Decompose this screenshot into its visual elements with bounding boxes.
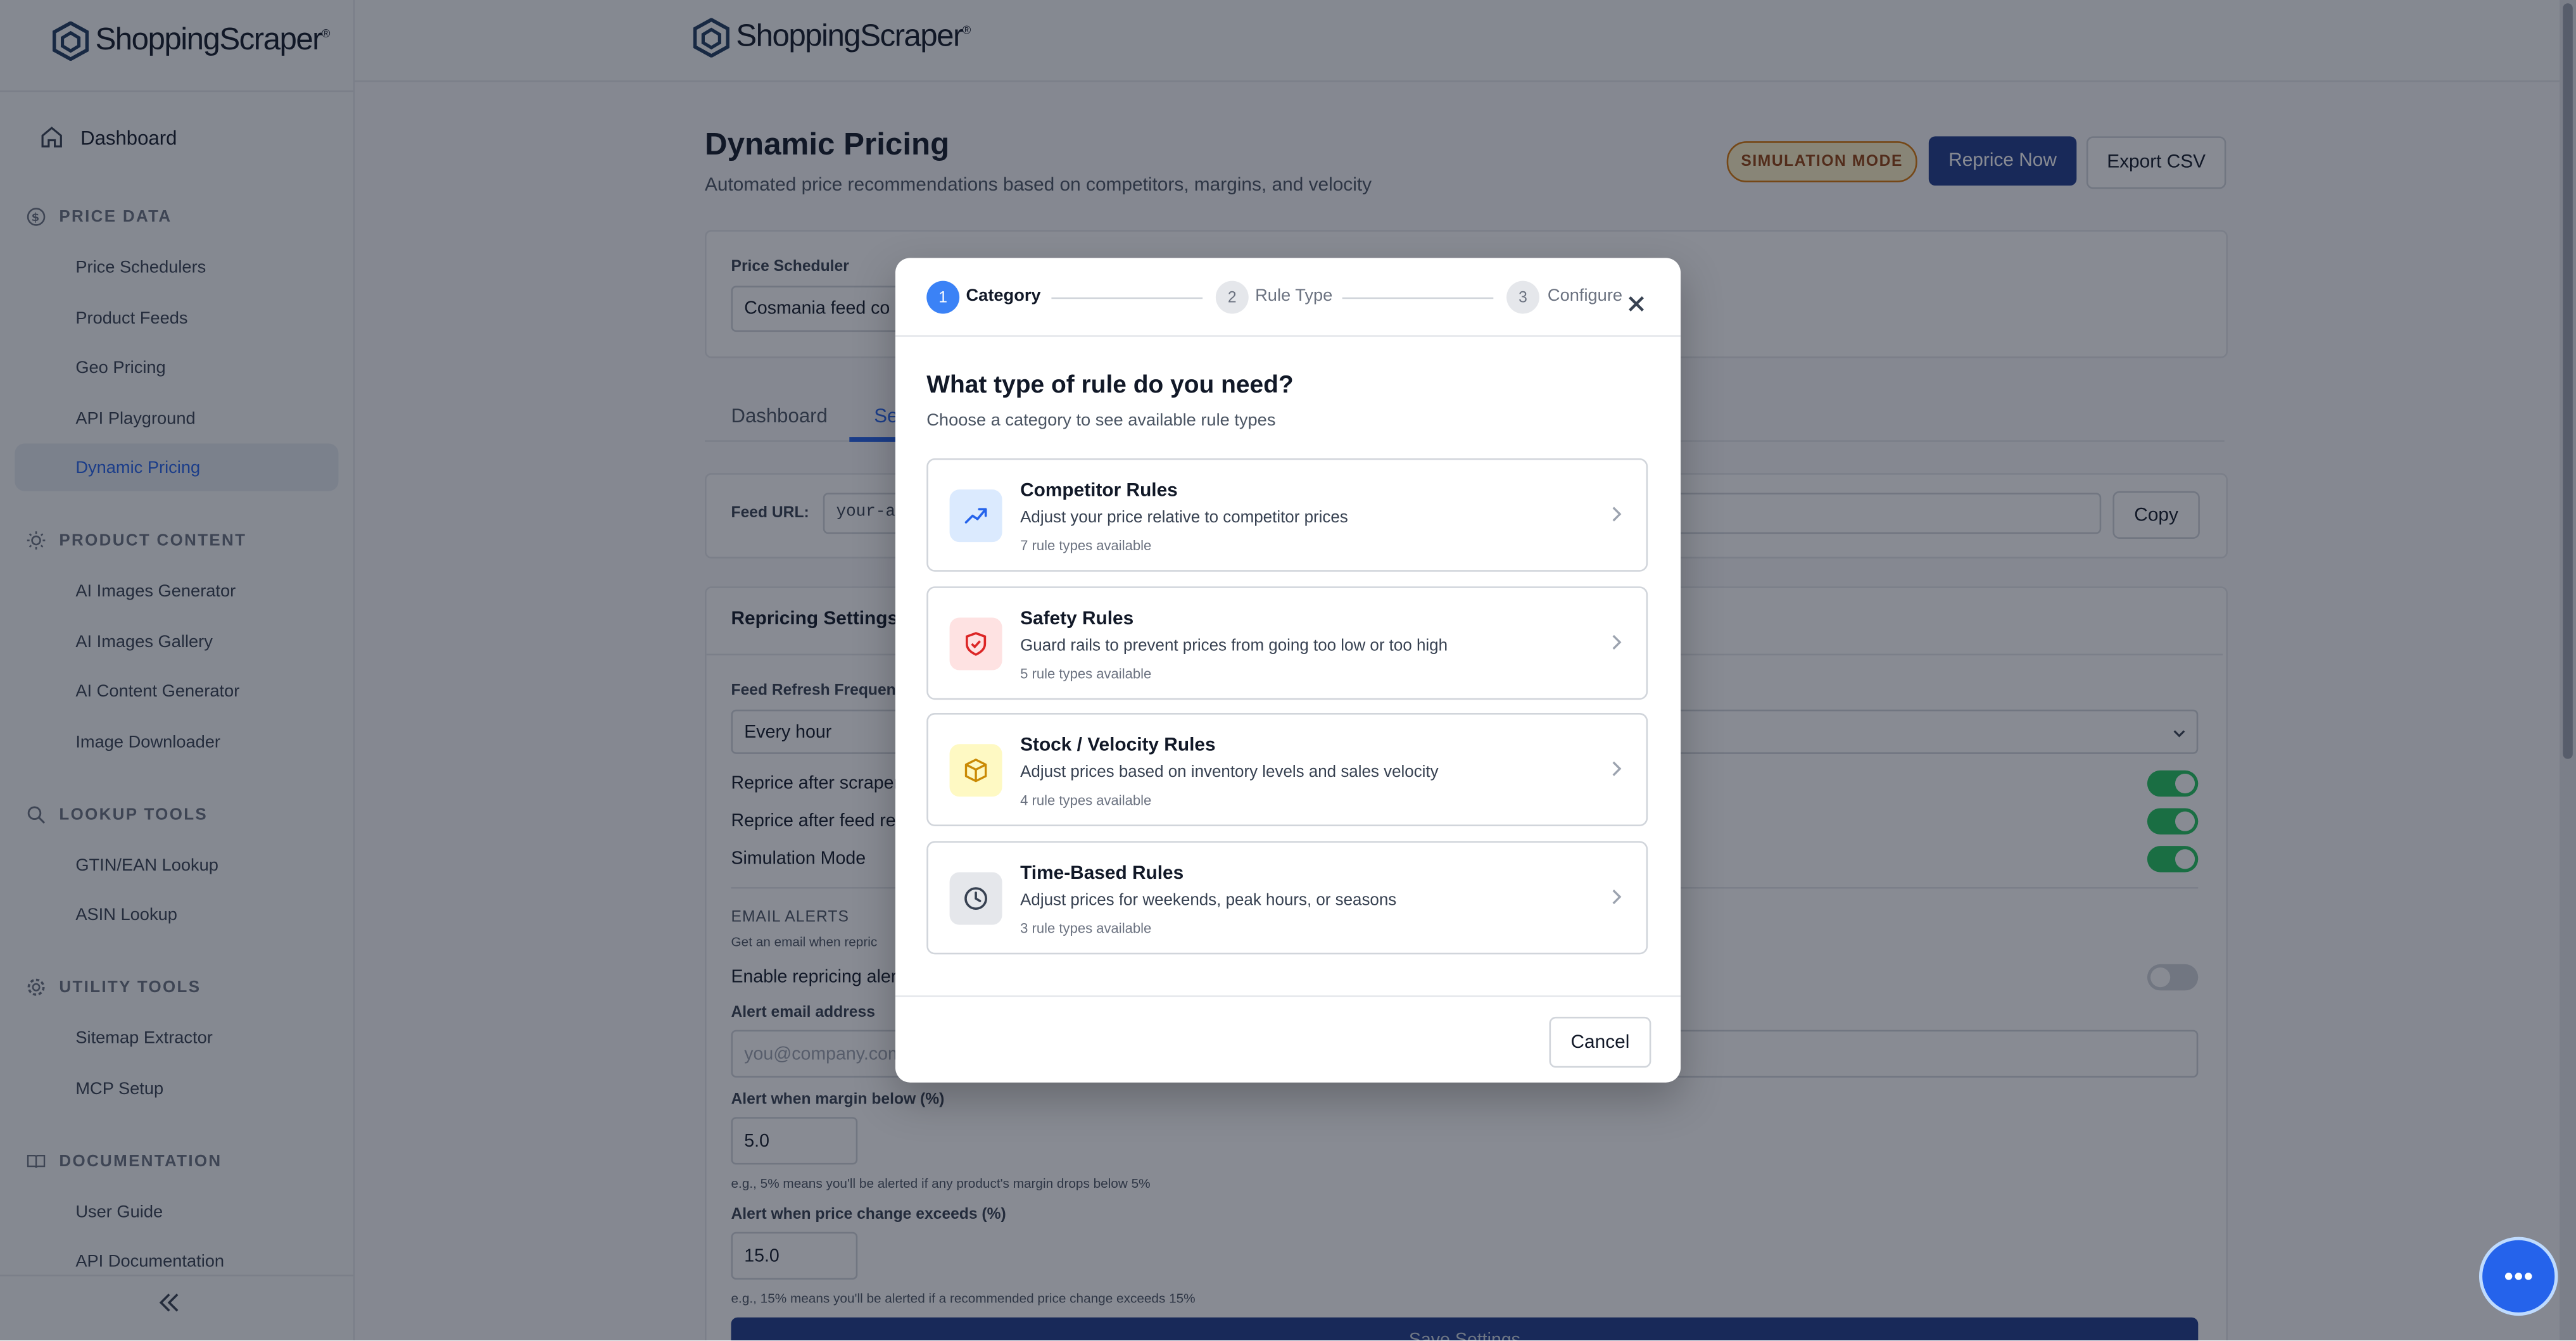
chat-widget-button[interactable] <box>2478 1237 2558 1316</box>
step-connector <box>1051 297 1203 299</box>
step-3-label: Configure <box>1547 286 1623 306</box>
chevron-right-icon <box>1612 634 1622 650</box>
step-1-label: Category <box>966 286 1041 306</box>
close-modal-button[interactable] <box>1628 291 1645 317</box>
rule-wizard-modal: 1 Category 2 Rule Type 3 Configure What … <box>895 258 1681 1083</box>
trending-up-icon <box>964 508 987 524</box>
close-icon <box>1629 296 1644 312</box>
modal-subtitle: Choose a category to see available rule … <box>926 410 1276 431</box>
chevron-right-icon <box>1612 507 1622 522</box>
modal-footer-divider <box>895 995 1681 997</box>
rule-category-time-based[interactable]: Time-Based Rules Adjust prices for weeke… <box>926 841 1648 955</box>
rule-category-competitor[interactable]: Competitor Rules Adjust your price relat… <box>926 458 1648 572</box>
rule-icon-container <box>949 872 1002 925</box>
modal-header-divider <box>895 335 1681 337</box>
rule-count: 4 rule types available <box>1020 791 1152 809</box>
step-2-indicator: 2 <box>1215 280 1249 314</box>
rule-description: Guard rails to prevent prices from going… <box>1020 637 1448 656</box>
rule-count: 7 rule types available <box>1020 537 1152 554</box>
step-3-indicator: 3 <box>1506 280 1539 314</box>
rule-icon-container <box>949 489 1002 543</box>
cancel-button[interactable]: Cancel <box>1549 1016 1651 1068</box>
chat-bubble-icon <box>2504 1273 2532 1280</box>
shield-icon <box>965 632 987 656</box>
chevron-right-icon <box>1612 889 1622 905</box>
rule-count: 3 rule types available <box>1020 919 1152 936</box>
rule-description: Adjust prices for weekends, peak hours, … <box>1020 891 1397 910</box>
rule-category-stock-velocity[interactable]: Stock / Velocity Rules Adjust prices bas… <box>926 712 1648 826</box>
chevron-right-icon <box>1612 761 1622 776</box>
rule-name: Safety Rules <box>1020 609 1134 629</box>
rule-icon-container <box>949 617 1002 670</box>
step-2-label: Rule Type <box>1255 286 1333 306</box>
rule-name: Time-Based Rules <box>1020 864 1184 884</box>
rule-name: Competitor Rules <box>1020 481 1178 501</box>
clock-icon <box>964 887 987 910</box>
rule-name: Stock / Velocity Rules <box>1020 736 1216 756</box>
rule-icon-container <box>949 744 1002 797</box>
box-icon <box>964 759 987 783</box>
step-1-indicator: 1 <box>926 280 960 314</box>
modal-title: What type of rule do you need? <box>926 371 1294 400</box>
step-connector <box>1342 297 1494 299</box>
rule-description: Adjust prices based on inventory levels … <box>1020 764 1439 782</box>
rule-category-safety[interactable]: Safety Rules Guard rails to prevent pric… <box>926 586 1648 700</box>
rule-count: 5 rule types available <box>1020 665 1152 682</box>
rule-description: Adjust your price relative to competitor… <box>1020 509 1348 527</box>
